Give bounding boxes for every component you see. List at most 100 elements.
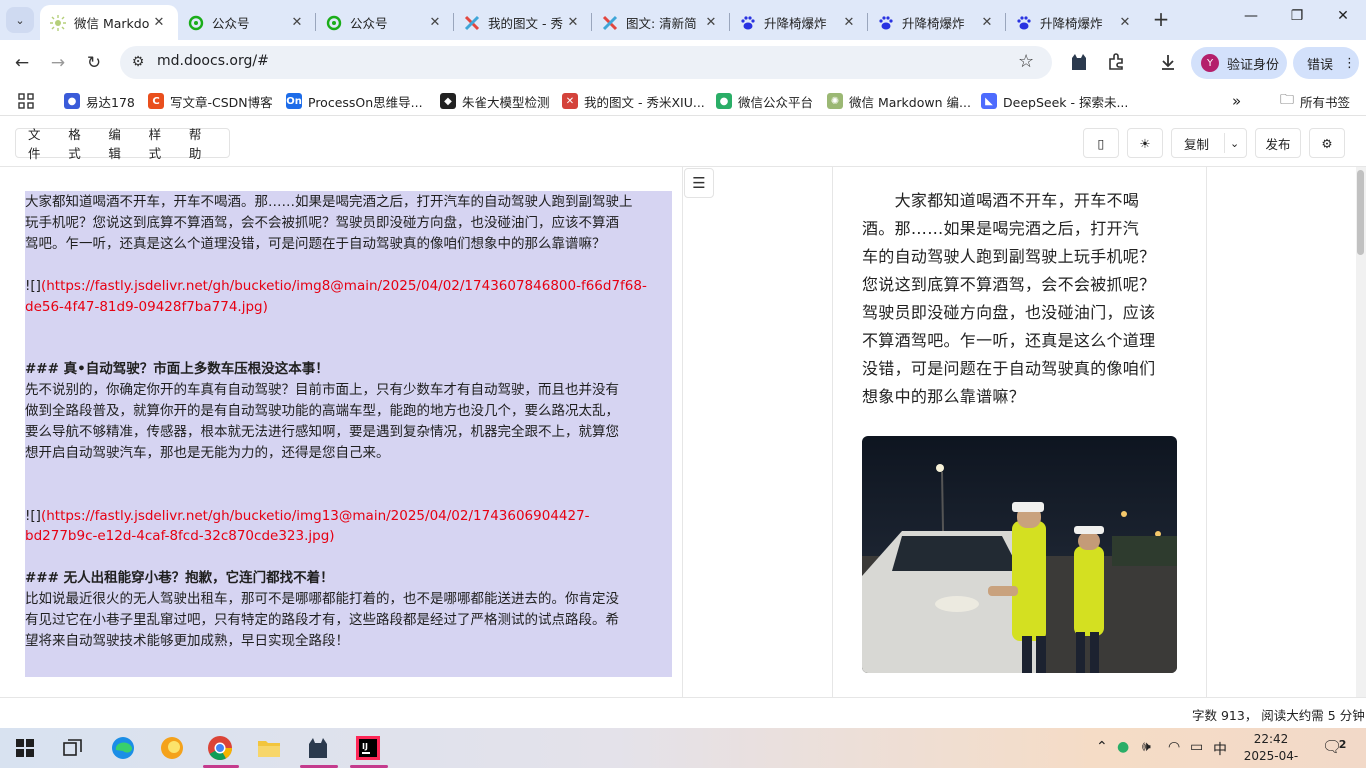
preview-paragraph-line: 没错，可是问题在于自动驾驶真的像咱们 xyxy=(862,359,1156,378)
toc-button[interactable]: ☰ xyxy=(684,168,714,198)
tab-title: 公众号 xyxy=(350,16,388,31)
apps-grid-icon[interactable] xyxy=(18,91,34,111)
bookmark-favicon-icon: ● xyxy=(716,93,732,109)
bookmark-item[interactable]: ✺ 微信 Markdown 编... xyxy=(827,91,971,111)
bookmark-item[interactable]: C 写文章-CSDN博客 xyxy=(148,91,273,111)
battery-icon[interactable]: ▭ xyxy=(1190,739,1203,755)
restore-icon[interactable]: ❐ xyxy=(1285,8,1309,24)
bookmark-item[interactable]: ● 易达178 xyxy=(64,91,135,111)
url-text[interactable]: md.doocs.org/# xyxy=(157,53,269,69)
editor-line: 望将来自动驾驶技术能够更加成熟，早日实现全路段！ xyxy=(25,633,349,649)
settings-button[interactable]: ⚙ xyxy=(1309,128,1345,158)
tab-close-icon[interactable]: ✕ xyxy=(840,15,858,30)
toggle-layout-button[interactable]: ▯ xyxy=(1083,128,1119,158)
chrome-icon[interactable] xyxy=(205,733,235,763)
menu-format[interactable]: 格式 xyxy=(68,124,89,162)
browser-tab[interactable]: 我的图文 - 秀 ✕ xyxy=(454,5,592,40)
image-syntax-prefix: ![] xyxy=(25,508,41,524)
bookmark-star-icon[interactable]: ☆ xyxy=(1018,51,1034,72)
browser-tab[interactable]: 图文: 清新简 ✕ xyxy=(592,5,730,40)
tab-close-icon[interactable]: ✕ xyxy=(1116,15,1134,30)
file-explorer-icon[interactable] xyxy=(254,733,284,763)
wechat-mp-icon xyxy=(326,15,342,31)
tab-close-icon[interactable]: ✕ xyxy=(564,15,582,30)
forward-icon[interactable]: → xyxy=(46,51,70,75)
show-hidden-icons-icon[interactable]: ⌃ xyxy=(1096,739,1108,755)
image-syntax-prefix: ![] xyxy=(25,278,41,294)
download-icon[interactable] xyxy=(1156,50,1180,74)
preview-paragraph-line: 不算酒驾吧。乍一听，还真是这么个道理 xyxy=(862,331,1156,350)
theme-toggle-button[interactable]: ☀ xyxy=(1127,128,1163,158)
notification-center[interactable]: 🗨 2 xyxy=(1322,737,1354,756)
extension-cat-icon[interactable] xyxy=(1067,50,1091,74)
close-window-icon[interactable]: ✕ xyxy=(1331,8,1355,24)
browser-orange-icon[interactable] xyxy=(157,733,187,763)
preview-paragraph-line: 您说这到底算不算酒驾，会不会被抓呢？ xyxy=(862,275,1156,294)
bookmark-item[interactable]: ● 微信公众平台 xyxy=(716,91,813,111)
tab-title: 微信 Markdown xyxy=(74,16,150,31)
baidu-icon xyxy=(740,15,756,31)
edge-icon[interactable] xyxy=(108,733,138,763)
ime-indicator[interactable]: 中 xyxy=(1213,739,1227,759)
task-view-icon[interactable] xyxy=(58,733,88,763)
tab-search-button[interactable]: ⌄ xyxy=(6,7,34,33)
extensions-puzzle-icon[interactable] xyxy=(1104,50,1128,74)
menu-file[interactable]: 文件 xyxy=(28,124,49,162)
clock-date: 2025-04-03 xyxy=(1243,749,1299,768)
tab-close-icon[interactable]: ✕ xyxy=(288,15,306,30)
copy-button[interactable]: 复制 ⌄ xyxy=(1171,128,1247,158)
bookmark-item[interactable]: ◣ DeepSeek - 探索未... xyxy=(981,91,1128,111)
list-icon: ☰ xyxy=(692,174,706,192)
scrollbar-thumb[interactable] xyxy=(1357,170,1364,255)
tab-separator xyxy=(1005,13,1006,31)
new-tab-button[interactable]: + xyxy=(1150,9,1172,31)
tab-close-icon[interactable]: ✕ xyxy=(150,15,168,30)
browser-tab[interactable]: 微信 Markdown✕ xyxy=(40,5,178,40)
menu-edit[interactable]: 编辑 xyxy=(108,124,129,162)
verify-label: 验证身份 xyxy=(1227,57,1280,73)
browser-tab[interactable]: 升降椅爆炸 ✕ xyxy=(730,5,868,40)
bookmark-favicon-icon: On xyxy=(286,93,302,109)
site-info-icon[interactable]: ⚙ xyxy=(128,52,148,72)
baidu-icon xyxy=(1016,15,1032,31)
all-bookmarks[interactable]: 🗀 所有书签 xyxy=(1280,91,1350,111)
chevron-down-icon[interactable]: ⌄ xyxy=(1230,137,1239,150)
windows-start-icon[interactable] xyxy=(10,733,40,763)
image-url: bd277b9c-e12d-4caf-8fcd-32c870cde323.jpg… xyxy=(25,528,335,544)
browser-tab[interactable]: 升降椅爆炸 ✕ xyxy=(868,5,1006,40)
error-button[interactable]: 错误 ⋮ xyxy=(1293,47,1359,79)
bookmark-label: ProcessOn思维导... xyxy=(308,94,423,110)
folder-icon: 🗀 xyxy=(1280,92,1294,108)
svg-text:IJ: IJ xyxy=(362,742,368,751)
browser-tab[interactable]: 升降椅爆炸 ✕ xyxy=(1006,5,1144,40)
clock[interactable]: 22:42 2025-04-03 xyxy=(1238,731,1304,768)
tab-separator xyxy=(729,13,730,31)
reload-icon[interactable]: ↻ xyxy=(82,51,106,75)
wechat-tray-icon[interactable]: ● xyxy=(1117,739,1129,755)
bookmark-label: 微信 Markdown 编... xyxy=(849,94,971,110)
menu-help[interactable]: 帮助 xyxy=(189,124,210,162)
tab-title: 升降椅爆炸 xyxy=(1040,16,1103,31)
xiumi-icon xyxy=(602,15,618,31)
browser-tab[interactable]: 公众号 ✕ xyxy=(316,5,454,40)
speaker-icon[interactable]: 🕪 xyxy=(1142,739,1151,755)
status-bar xyxy=(0,697,1366,727)
bookmark-item[interactable]: On ProcessOn思维导... xyxy=(286,91,423,111)
bookmark-favicon-icon: C xyxy=(148,93,164,109)
tab-close-icon[interactable]: ✕ xyxy=(702,15,720,30)
verify-identity-button[interactable]: Y 验证身份 xyxy=(1191,47,1287,79)
tab-close-icon[interactable]: ✕ xyxy=(426,15,444,30)
browser-tab[interactable]: 公众号 ✕ xyxy=(178,5,316,40)
app-cat-icon[interactable] xyxy=(303,733,333,763)
bookmark-item[interactable]: ✕ 我的图文 - 秀米XIU... xyxy=(562,91,705,111)
menu-style[interactable]: 样式 xyxy=(149,124,170,162)
intellij-icon[interactable]: IJ xyxy=(353,733,383,763)
minimize-icon[interactable]: — xyxy=(1239,8,1263,24)
publish-button[interactable]: 发布 xyxy=(1255,128,1301,158)
wifi-icon[interactable]: ◠ xyxy=(1168,739,1180,755)
tab-close-icon[interactable]: ✕ xyxy=(978,15,996,30)
back-icon[interactable]: ← xyxy=(10,51,34,75)
sun-icon: ☀ xyxy=(1139,135,1151,151)
bookmark-item[interactable]: ◆ 朱雀大模型检测 xyxy=(440,91,550,111)
more-bookmarks-icon[interactable]: » xyxy=(1232,91,1241,111)
